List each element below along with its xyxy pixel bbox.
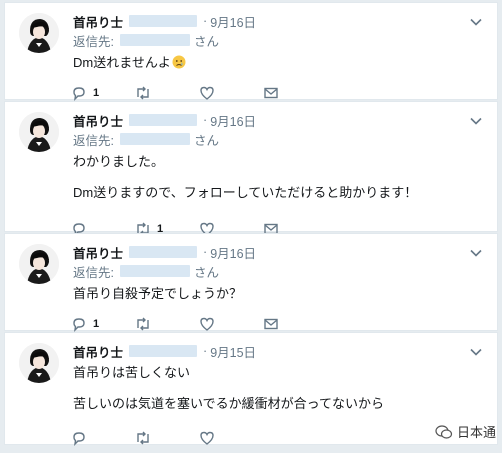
message-button[interactable] — [263, 316, 327, 332]
chevron-down-icon[interactable] — [469, 246, 483, 260]
author-name[interactable]: 首吊り士 — [73, 342, 123, 361]
blurred-handle — [129, 15, 197, 27]
avatar[interactable] — [19, 13, 59, 53]
separator-dot: · — [203, 14, 207, 28]
separator-dot: · — [203, 245, 207, 259]
heart-icon — [199, 316, 215, 332]
wechat-icon — [435, 423, 453, 441]
tweet[interactable]: 首吊り士 · 9月15日 首吊りは苦しくない 苦しいのは気道を塞いでるか緩衝材が… — [4, 332, 498, 445]
chevron-down-icon[interactable] — [469, 114, 483, 128]
retweet-button[interactable] — [135, 316, 199, 332]
timeline: 首吊り士 · 9月16日 返信先: さん Dm送れませんよ 1 — [4, 2, 498, 446]
reply-icon — [71, 430, 87, 446]
tweet[interactable]: 首吊り士 · 9月16日 返信先: さん Dm送れませんよ 1 — [4, 2, 498, 100]
tweet-text: 首吊り自殺予定でしょうか？ — [73, 284, 485, 303]
blurred-handle — [129, 345, 197, 357]
like-button[interactable] — [199, 430, 263, 446]
tweet-line: 首吊りは苦しくない — [73, 363, 485, 382]
reply-to-label: 返信先: — [73, 31, 114, 50]
envelope-icon — [263, 316, 279, 332]
author-name[interactable]: 首吊り士 — [73, 111, 123, 130]
retweet-icon — [135, 85, 151, 101]
blurred-reply-handle[interactable] — [120, 34, 190, 46]
tweet-actions — [71, 423, 485, 453]
heart-icon — [199, 85, 215, 101]
watermark: 日本通 — [435, 422, 496, 441]
avatar[interactable] — [19, 112, 59, 152]
reply-icon — [71, 85, 87, 101]
blurred-handle — [129, 246, 197, 258]
tweet-text: わかりました。 Dm送りますので、フォローしていただけると助かります！ — [73, 152, 485, 202]
blurred-reply-handle[interactable] — [120, 265, 190, 277]
reply-to-label: 返信先: — [73, 262, 114, 281]
retweet-icon — [135, 316, 151, 332]
reply-count: 1 — [93, 318, 99, 330]
reply-to-label: 返信先: — [73, 130, 114, 149]
separator-dot: · — [203, 344, 207, 358]
like-button[interactable] — [199, 316, 263, 332]
tweet-line: わかりました。 — [73, 152, 485, 171]
retweet-button[interactable] — [135, 85, 199, 101]
blurred-reply-handle[interactable] — [120, 133, 190, 145]
reply-to-suffix: さん — [194, 130, 219, 149]
blurred-handle — [129, 114, 197, 126]
reply-to: 返信先: さん — [73, 31, 485, 49]
tweet[interactable]: 首吊り士 · 9月16日 返信先: さん 首吊り自殺予定でしょうか？ 1 — [4, 233, 498, 331]
avatar[interactable] — [19, 343, 59, 383]
crying-face-icon — [172, 55, 186, 69]
heart-icon — [199, 430, 215, 446]
separator-dot: · — [203, 113, 207, 127]
avatar[interactable] — [19, 244, 59, 284]
tweet-date[interactable]: 9月16日 — [210, 111, 256, 130]
tweet-text: Dm送れませんよ — [73, 53, 485, 72]
tweet-date[interactable]: 9月15日 — [210, 342, 256, 361]
tweet[interactable]: 首吊り士 · 9月16日 返信先: さん わかりました。 Dm送りますので、フォ… — [4, 101, 498, 232]
tweet-text: 首吊りは苦しくない 苦しいのは気道を塞いでるか緩衝材が合ってないから — [73, 363, 485, 413]
message-button[interactable] — [263, 85, 327, 101]
tweet-line: Dm送れませんよ — [73, 55, 171, 70]
reply-icon — [71, 316, 87, 332]
reply-button[interactable]: 1 — [71, 316, 135, 332]
reply-count: 1 — [93, 87, 99, 99]
tweet-line: 首吊り自殺予定でしょうか？ — [73, 284, 485, 303]
reply-button[interactable]: 1 — [71, 85, 135, 101]
author-name[interactable]: 首吊り士 — [73, 12, 123, 31]
like-button[interactable] — [199, 85, 263, 101]
tweet-date[interactable]: 9月16日 — [210, 12, 256, 31]
chevron-down-icon[interactable] — [469, 15, 483, 29]
chevron-down-icon[interactable] — [469, 345, 483, 359]
watermark-text: 日本通 — [457, 422, 496, 441]
retweet-button[interactable] — [135, 430, 199, 446]
tweet-date[interactable]: 9月16日 — [210, 243, 256, 262]
tweet-line: 苦しいのは気道を塞いでるか緩衝材が合ってないから — [73, 394, 485, 413]
reply-to: 返信先: さん — [73, 262, 485, 280]
reply-to-suffix: さん — [194, 31, 219, 50]
reply-to-suffix: さん — [194, 262, 219, 281]
tweet-line: Dm送りますので、フォローしていただけると助かります！ — [73, 183, 485, 202]
author-name[interactable]: 首吊り士 — [73, 243, 123, 262]
reply-button[interactable] — [71, 430, 135, 446]
envelope-icon — [263, 85, 279, 101]
retweet-icon — [135, 430, 151, 446]
reply-to: 返信先: さん — [73, 130, 485, 148]
